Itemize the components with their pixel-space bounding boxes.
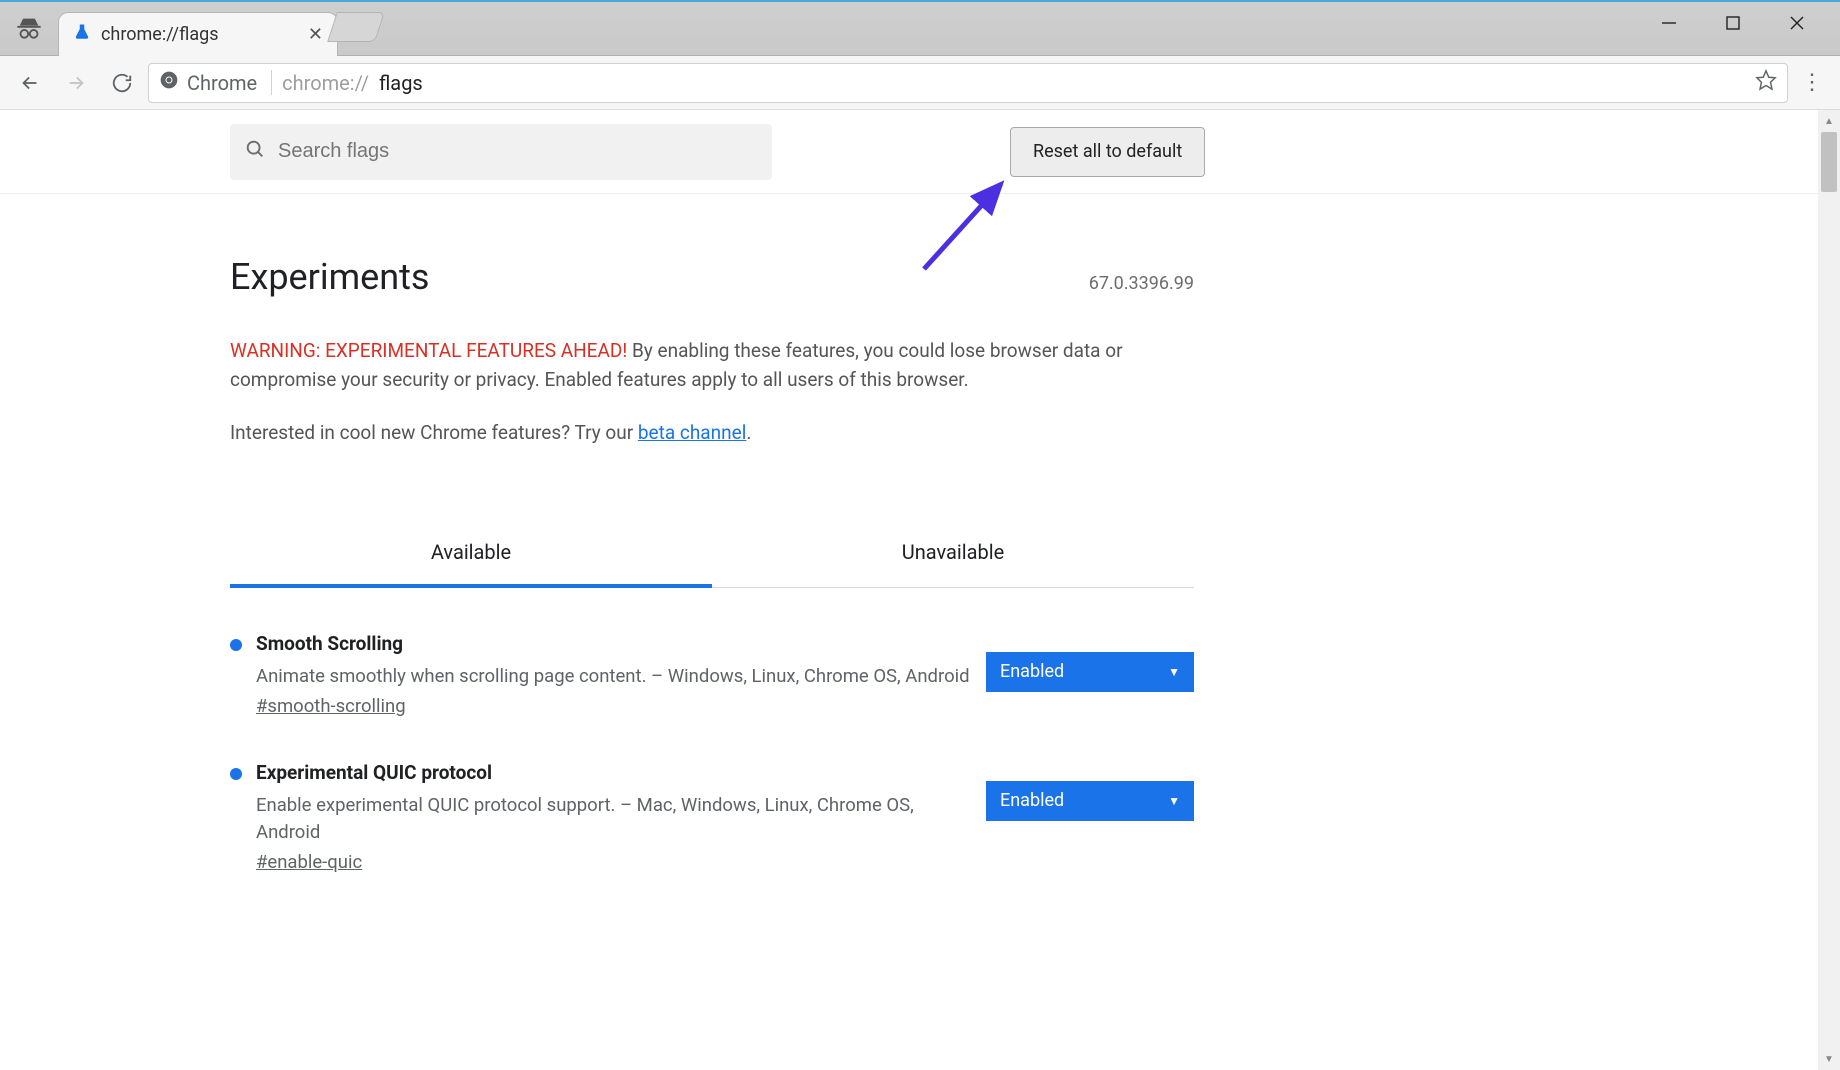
window-controls: [1654, 2, 1840, 56]
tab-available[interactable]: Available: [230, 522, 712, 588]
chrome-version: 67.0.3396.99: [1089, 273, 1194, 294]
flags-content: Experiments 67.0.3396.99 WARNING: EXPERI…: [230, 194, 1194, 873]
window-close-button[interactable]: [1782, 12, 1812, 36]
titlebar: chrome://flags ✕: [0, 2, 1840, 56]
url-page: flags: [379, 71, 423, 95]
flag-title: Smooth Scrolling: [256, 632, 972, 655]
modified-dot-icon: [230, 639, 242, 651]
chevron-down-icon: ▼: [1168, 794, 1180, 808]
flag-entry: Smooth Scrolling Animate smoothly when s…: [230, 632, 1194, 717]
beta-channel-line: Interested in cool new Chrome features? …: [230, 421, 1194, 444]
flag-entry: Experimental QUIC protocol Enable experi…: [230, 761, 1194, 874]
reset-all-label: Reset all to default: [1033, 141, 1182, 162]
flag-select[interactable]: Enabled ▼: [986, 781, 1194, 821]
search-icon: [244, 138, 266, 165]
back-button[interactable]: [10, 63, 50, 103]
chrome-icon: [159, 70, 179, 95]
page-viewport: Reset all to default Experiments 67.0.33…: [0, 110, 1840, 1070]
flag-hash-link[interactable]: #enable-quic: [256, 851, 362, 873]
flag-select[interactable]: Enabled ▼: [986, 652, 1194, 692]
flag-select-value: Enabled: [1000, 790, 1064, 811]
beta-channel-link[interactable]: beta channel: [638, 421, 746, 444]
tab-close-button[interactable]: ✕: [308, 24, 323, 45]
flag-select-value: Enabled: [1000, 661, 1064, 682]
site-identity[interactable]: Chrome: [159, 70, 272, 95]
maximize-button[interactable]: [1718, 12, 1748, 36]
tab-unavailable[interactable]: Unavailable: [712, 522, 1194, 587]
tab-title: chrome://flags: [101, 24, 298, 45]
beta-prefix: Interested in cool new Chrome features? …: [230, 421, 638, 444]
modified-dot-icon: [230, 768, 242, 780]
warning-text: WARNING: EXPERIMENTAL FEATURES AHEAD! By…: [230, 336, 1194, 395]
browser-menu-button[interactable]: ⋮: [1794, 70, 1830, 95]
chrome-label: Chrome: [187, 71, 257, 95]
warning-strong: WARNING: EXPERIMENTAL FEATURES AHEAD!: [230, 339, 627, 362]
new-tab-button[interactable]: [327, 12, 385, 42]
bookmark-star-icon[interactable]: [1755, 69, 1777, 97]
flag-title: Experimental QUIC protocol: [256, 761, 972, 784]
chevron-down-icon: ▼: [1168, 665, 1180, 679]
scroll-up-icon[interactable]: ▲: [1818, 110, 1840, 132]
flags-tabs: Available Unavailable: [230, 522, 1194, 588]
flag-description: Animate smoothly when scrolling page con…: [256, 663, 972, 691]
incognito-icon: [0, 1, 58, 55]
flag-description: Enable experimental QUIC protocol suppor…: [256, 792, 972, 848]
browser-toolbar: Chrome chrome:// flags ⋮: [0, 56, 1840, 110]
flag-hash-link[interactable]: #smooth-scrolling: [256, 695, 406, 717]
scrollbar-thumb[interactable]: [1821, 132, 1837, 192]
address-bar[interactable]: Chrome chrome:// flags: [148, 63, 1788, 103]
minimize-button[interactable]: [1654, 12, 1684, 36]
page-title: Experiments: [230, 256, 429, 298]
vertical-scrollbar[interactable]: ▲ ▼: [1818, 110, 1840, 1070]
forward-button[interactable]: [56, 63, 96, 103]
search-flags-field[interactable]: [230, 124, 772, 180]
scroll-down-icon[interactable]: ▼: [1818, 1048, 1840, 1070]
flask-icon: [73, 23, 91, 46]
reload-button[interactable]: [102, 63, 142, 103]
browser-tab[interactable]: chrome://flags ✕: [58, 12, 338, 56]
beta-suffix: .: [746, 421, 751, 444]
search-flags-input[interactable]: [278, 140, 758, 163]
url-scheme: chrome://: [282, 71, 369, 95]
reset-all-button[interactable]: Reset all to default: [1010, 127, 1205, 177]
flags-header: Reset all to default: [0, 110, 1840, 194]
